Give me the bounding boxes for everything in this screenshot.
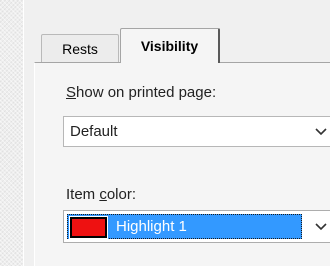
chevron-down-icon[interactable]	[314, 126, 328, 138]
show-on-printed-page-dropdown[interactable]: Default	[63, 116, 330, 147]
properties-dialog: Rests Visibility Show on printed page: D…	[23, 0, 330, 266]
show-on-printed-page-label: Show on printed page:	[66, 84, 217, 101]
item-color-dropdown[interactable]: Highlight 1	[63, 210, 330, 243]
show-on-printed-page-value: Default	[70, 123, 118, 140]
item-color-label: Item color:	[66, 186, 137, 203]
item-color-selection: Highlight 1	[67, 214, 302, 239]
color-swatch	[69, 216, 108, 239]
chevron-down-icon[interactable]	[314, 221, 328, 233]
tab-rests-label: Rests	[62, 40, 98, 57]
item-color-value: Highlight 1	[116, 218, 187, 235]
tab-rests[interactable]: Rests	[41, 34, 119, 62]
tab-visibility-label: Visibility	[140, 38, 199, 54]
tab-visibility[interactable]: Visibility	[120, 28, 220, 63]
visibility-panel: Show on printed page: Default Item color…	[34, 62, 330, 266]
